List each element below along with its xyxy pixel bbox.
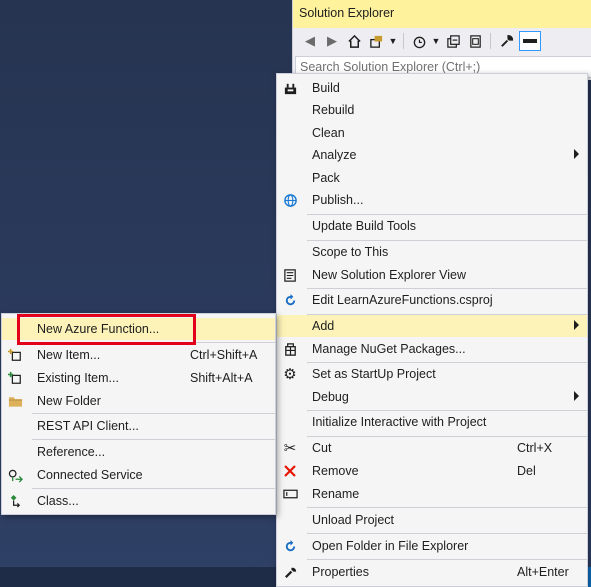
refresh-icon bbox=[281, 537, 299, 555]
submenu-arrow-icon bbox=[574, 391, 579, 401]
menu-item-update-build-tools[interactable]: Update Build Tools bbox=[277, 215, 587, 237]
menu-item-manage-nuget[interactable]: Manage NuGet Packages... bbox=[277, 338, 587, 360]
solution-explorer-panel: Solution Explorer ◀ ▶ ▼ ▼ Search Solutio… bbox=[292, 0, 591, 80]
menu-item-rename[interactable]: Rename bbox=[277, 483, 587, 505]
properties-wrench-icon[interactable] bbox=[497, 32, 515, 50]
submenu-item-rest-api-client[interactable]: REST API Client... bbox=[2, 415, 275, 437]
class-icon bbox=[6, 492, 24, 510]
menu-item-publish[interactable]: Publish... bbox=[277, 189, 587, 211]
solution-explorer-title: Solution Explorer bbox=[293, 0, 591, 28]
menu-item-build[interactable]: Build bbox=[277, 77, 587, 99]
toolbar-separator bbox=[490, 33, 491, 49]
submenu-item-new-folder[interactable]: New Folder bbox=[2, 390, 275, 412]
scissors-icon: ✂ bbox=[283, 440, 297, 457]
shortcut-label: Del bbox=[517, 464, 536, 478]
submenu-item-new-item[interactable]: New Item... Ctrl+Shift+A bbox=[2, 344, 275, 366]
menu-separator bbox=[32, 439, 275, 440]
history-icon[interactable] bbox=[410, 32, 428, 50]
shortcut-label: Shift+Alt+A bbox=[190, 371, 253, 385]
new-view-icon bbox=[281, 266, 299, 284]
gear-icon: ⚙ bbox=[283, 366, 297, 383]
submenu-item-reference[interactable]: Reference... bbox=[2, 441, 275, 463]
folder-icon bbox=[6, 392, 24, 410]
solution-explorer-toolbar: ◀ ▶ ▼ ▼ bbox=[293, 28, 591, 54]
menu-item-set-startup[interactable]: ⚙ Set as StartUp Project bbox=[277, 363, 587, 385]
menu-item-initialize-interactive[interactable]: Initialize Interactive with Project bbox=[277, 411, 587, 433]
preview-selected-icon[interactable] bbox=[519, 31, 541, 51]
red-x-icon bbox=[281, 462, 299, 480]
forward-arrow-icon[interactable]: ▶ bbox=[323, 32, 341, 50]
new-item-icon bbox=[6, 346, 24, 364]
connected-service-icon bbox=[6, 466, 24, 484]
globe-icon bbox=[281, 191, 299, 209]
rename-icon bbox=[281, 485, 299, 503]
menu-item-debug[interactable]: Debug bbox=[277, 386, 587, 408]
menu-separator bbox=[307, 507, 587, 508]
dropdown-arrow-icon[interactable]: ▼ bbox=[389, 32, 398, 50]
refresh-icon bbox=[281, 291, 299, 309]
shortcut-label: Ctrl+X bbox=[517, 441, 553, 455]
red-callout-box bbox=[17, 314, 196, 345]
menu-item-unload-project[interactable]: Unload Project bbox=[277, 509, 587, 531]
menu-separator bbox=[32, 413, 275, 414]
menu-separator bbox=[307, 533, 587, 534]
menu-item-new-solution-explorer-view[interactable]: New Solution Explorer View bbox=[277, 264, 587, 286]
submenu-arrow-icon bbox=[574, 320, 579, 330]
toolbar-separator bbox=[403, 33, 404, 49]
dropdown-arrow-icon[interactable]: ▼ bbox=[432, 32, 441, 50]
wrench-icon bbox=[281, 563, 299, 581]
project-context-menu: Build Rebuild Clean Analyze Pack Publish… bbox=[276, 73, 588, 587]
existing-item-icon bbox=[6, 369, 24, 387]
submenu-item-class[interactable]: Class... bbox=[2, 490, 275, 512]
menu-separator bbox=[307, 559, 587, 560]
menu-item-cut[interactable]: ✂ Cut Ctrl+X bbox=[277, 437, 587, 459]
menu-item-analyze[interactable]: Analyze bbox=[277, 144, 587, 166]
menu-item-add[interactable]: Add bbox=[277, 315, 587, 337]
submenu-arrow-icon bbox=[574, 149, 579, 159]
menu-item-rebuild[interactable]: Rebuild bbox=[277, 99, 587, 121]
submenu-item-connected-service[interactable]: Connected Service bbox=[2, 464, 275, 486]
menu-separator bbox=[32, 488, 275, 489]
show-all-files-icon[interactable] bbox=[466, 32, 484, 50]
menu-item-open-folder[interactable]: Open Folder in File Explorer bbox=[277, 535, 587, 557]
switch-views-icon[interactable] bbox=[367, 32, 385, 50]
back-arrow-icon[interactable]: ◀ bbox=[301, 32, 319, 50]
collapse-all-icon[interactable] bbox=[444, 32, 462, 50]
shortcut-label: Ctrl+Shift+A bbox=[190, 348, 258, 362]
nuget-icon bbox=[281, 340, 299, 358]
home-icon[interactable] bbox=[345, 32, 363, 50]
menu-item-pack[interactable]: Pack bbox=[277, 167, 587, 189]
shortcut-label: Alt+Enter bbox=[517, 565, 569, 579]
menu-item-clean[interactable]: Clean bbox=[277, 122, 587, 144]
menu-item-edit-csproj[interactable]: Edit LearnAzureFunctions.csproj bbox=[277, 289, 587, 311]
submenu-item-existing-item[interactable]: Existing Item... Shift+Alt+A bbox=[2, 367, 275, 389]
menu-item-remove[interactable]: Remove Del bbox=[277, 460, 587, 482]
menu-item-scope-to-this[interactable]: Scope to This bbox=[277, 241, 587, 263]
build-icon bbox=[281, 79, 299, 97]
menu-item-properties[interactable]: Properties Alt+Enter bbox=[277, 561, 587, 583]
